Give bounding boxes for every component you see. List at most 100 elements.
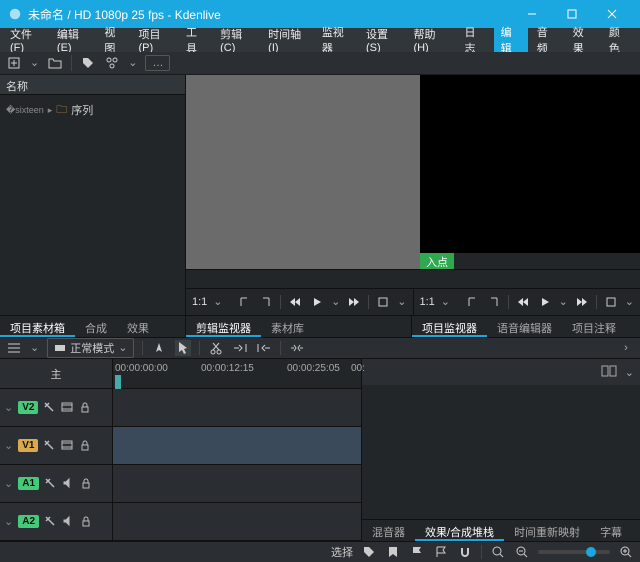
track-lane[interactable] [113, 427, 361, 464]
chevron-down-icon[interactable]: ⌄ [213, 295, 222, 308]
zoom-fit-icon[interactable] [490, 544, 506, 560]
master-track-header[interactable]: 主 [0, 359, 113, 388]
track-label[interactable]: A2 [18, 515, 39, 528]
tab-time-remap[interactable]: 时间重新映射 [504, 520, 590, 541]
tag-icon[interactable] [361, 544, 377, 560]
play-button[interactable] [309, 294, 325, 310]
lock-icon[interactable] [79, 439, 92, 452]
zoom-in-icon[interactable] [618, 544, 634, 560]
chevron-down-icon[interactable]: ⌄ [625, 366, 634, 379]
chevron-down-icon[interactable]: ⌄ [30, 341, 39, 354]
play-button[interactable] [537, 294, 553, 310]
add-clip-button[interactable] [6, 55, 22, 71]
chevron-down-icon[interactable]: ⌄ [441, 295, 450, 308]
chevron-down-icon[interactable]: ⌄ [397, 295, 406, 308]
zoom-slider-thumb[interactable] [586, 547, 596, 557]
chevron-down-icon[interactable]: ⌄ [30, 56, 39, 69]
set-in-button[interactable] [464, 294, 480, 310]
fx-icon[interactable] [44, 515, 57, 528]
lock-icon[interactable] [80, 515, 93, 528]
tab-clip-monitor[interactable]: 剪辑监视器 [186, 316, 261, 337]
spacer-out-button[interactable] [256, 340, 272, 356]
collapse-icon[interactable]: ⌄ [4, 439, 13, 452]
fx-icon[interactable] [43, 439, 56, 452]
flag-icon[interactable] [409, 544, 425, 560]
rewind-button[interactable] [515, 294, 531, 310]
track-lane[interactable] [113, 389, 361, 426]
tab-speech-editor[interactable]: 语音编辑器 [487, 316, 562, 337]
tag-button[interactable] [80, 55, 96, 71]
bin-tree[interactable]: �sixteen ▸ 🗀 序列 [0, 95, 185, 315]
filter-button[interactable] [104, 55, 120, 71]
lock-icon[interactable] [79, 401, 92, 414]
monitor-timebar[interactable] [186, 269, 640, 289]
chevron-down-icon[interactable]: ⌄ [128, 56, 137, 69]
track-header[interactable]: ⌄ A1 [0, 465, 113, 502]
film-icon[interactable] [61, 401, 74, 414]
split-view-button[interactable] [601, 365, 617, 380]
forward-button[interactable] [346, 294, 362, 310]
snap-icon[interactable] [457, 544, 473, 560]
bin-item-sequence[interactable]: �sixteen ▸ 🗀 序列 [6, 99, 179, 122]
tab-mixer[interactable]: 混音器 [362, 520, 415, 541]
track-label[interactable]: V2 [18, 401, 38, 414]
chevron-down-icon[interactable]: ⌄ [625, 295, 634, 308]
bin-column-name[interactable]: 名称 [0, 75, 185, 95]
lock-icon[interactable] [80, 477, 93, 490]
zoom-out-icon[interactable] [514, 544, 530, 560]
add-folder-button[interactable] [47, 55, 63, 71]
tab-project-bin[interactable]: 项目素材箱 [0, 316, 75, 337]
chevron-down-icon[interactable]: ⌄ [559, 295, 568, 308]
expand-right-button[interactable]: › [618, 342, 634, 354]
tab-subtitles[interactable]: 字幕 [590, 520, 632, 541]
bookmark-icon[interactable] [385, 544, 401, 560]
zoom-ratio[interactable]: 1:1 [420, 296, 435, 308]
track-label[interactable]: V1 [18, 439, 38, 452]
spacer-center-button[interactable] [289, 340, 305, 356]
tab-library[interactable]: 素材库 [261, 316, 314, 337]
in-point-label[interactable]: 入点 [420, 253, 454, 269]
clip-monitor[interactable] [186, 75, 420, 269]
set-out-button[interactable] [486, 294, 502, 310]
chevron-right-icon[interactable]: ▸ [48, 105, 53, 116]
edit-mode-select[interactable]: 正常模式 ⌄ [47, 338, 134, 358]
mute-icon[interactable] [62, 515, 75, 528]
project-monitor[interactable]: 入点 [420, 75, 640, 269]
collapse-icon[interactable]: ⌄ [4, 401, 13, 414]
playhead[interactable] [115, 375, 121, 389]
track-lane[interactable] [113, 465, 361, 502]
collapse-icon[interactable]: ⌄ [4, 477, 13, 490]
tab-compositions[interactable]: 合成 [75, 316, 117, 337]
flag-outline-icon[interactable] [433, 544, 449, 560]
track-header[interactable]: ⌄ V2 [0, 389, 113, 426]
chevron-down-icon[interactable]: ⌄ [331, 295, 340, 308]
fx-icon[interactable] [43, 401, 56, 414]
more-button[interactable]: … [145, 55, 170, 71]
set-in-button[interactable] [236, 294, 252, 310]
spacer-in-button[interactable] [232, 340, 248, 356]
track-menu-button[interactable] [6, 340, 22, 356]
track-header[interactable]: ⌄ A2 [0, 503, 113, 540]
forward-button[interactable] [574, 294, 590, 310]
tool-compass-button[interactable] [151, 340, 167, 356]
cut-button[interactable] [208, 340, 224, 356]
set-out-button[interactable] [258, 294, 274, 310]
fx-icon[interactable] [44, 477, 57, 490]
tool-select-button[interactable] [175, 340, 191, 356]
timeline-tracks[interactable]: ⌄ V2 ⌄ V1 ⌄ [0, 389, 361, 541]
tab-project-monitor[interactable]: 项目监视器 [412, 316, 487, 337]
rewind-button[interactable] [287, 294, 303, 310]
mute-icon[interactable] [62, 477, 75, 490]
effect-stack-body[interactable] [362, 385, 640, 519]
collapse-icon[interactable]: ⌄ [4, 515, 13, 528]
track-header[interactable]: ⌄ V1 [0, 427, 113, 464]
edit-mode-button[interactable] [375, 294, 391, 310]
tab-project-notes[interactable]: 项目注释 [562, 316, 626, 337]
expand-icon[interactable]: �sixteen [6, 105, 44, 116]
timeline-ruler[interactable]: 00:00:00:00 00:00:12:15 00:00:25:05 00: [113, 359, 361, 388]
tab-effects[interactable]: 效果 [117, 316, 159, 337]
track-label[interactable]: A1 [18, 477, 39, 490]
edit-mode-button[interactable] [603, 294, 619, 310]
zoom-ratio[interactable]: 1:1 [192, 296, 207, 308]
film-icon[interactable] [61, 439, 74, 452]
